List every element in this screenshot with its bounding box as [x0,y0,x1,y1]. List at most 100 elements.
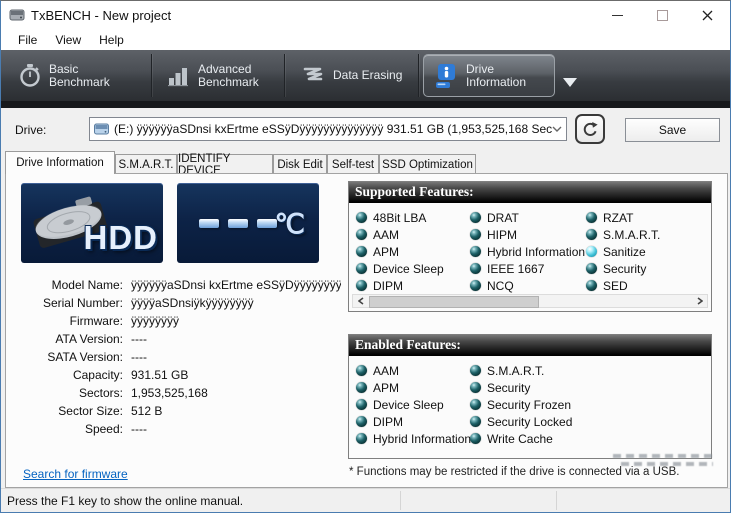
feature-item: 48Bit LBA [356,209,444,226]
toolbar-button-label: Basic Benchmark [49,61,110,89]
save-button[interactable]: Save [625,118,720,142]
app-window: TxBENCH - New project File View Help Bas… [0,0,731,513]
field-label: Model Name: [51,278,123,292]
scroll-left-icon[interactable] [353,295,368,307]
field-value: 1,953,525,168 [131,386,208,400]
field-label: Sectors: [78,386,123,400]
feature-item: AAM [356,362,471,379]
tab-ssd-optimization[interactable]: SSD Optimization [379,154,476,174]
enabled-features-header: Enabled Features: [349,335,711,356]
toolbar-button-label: Data Erasing [333,68,403,82]
field-label: Speed: [84,422,123,436]
drive-information-button[interactable]: Drive Information [423,54,555,97]
bar-chart-icon [166,64,190,88]
toolbar-button-label: Drive Information [466,61,527,89]
drive-label: Drive: [15,123,47,137]
menu-help[interactable]: Help [90,31,133,49]
field-label: Sector Size: [58,404,123,418]
scrollbar-thumb[interactable] [369,296,539,308]
info-row: Sector Size: 512 B [1,404,341,420]
info-row: Capacity: 931.51 GB [1,368,341,384]
dropdown-arrow-icon[interactable] [563,78,577,87]
tab-identify-device[interactable]: IDENTIFY DEVICE [177,153,273,177]
tab-smart[interactable]: S.M.A.R.T. [115,154,177,174]
refresh-drives-button[interactable] [575,114,605,144]
features-horizontal-scrollbar[interactable] [352,294,708,308]
field-label: ATA Version: [55,332,123,346]
feature-item: S.M.A.R.T. [470,362,572,379]
supported-features-header: Supported Features: [349,182,711,203]
zigzag-eraser-icon [301,65,325,87]
info-row: Serial Number: ÿÿÿÿaSDnsiÿkÿÿÿÿÿÿÿÿ [1,296,341,312]
tab-strip: Drive Information S.M.A.R.T. IDENTIFY DE… [5,151,728,177]
info-row: ATA Version: ---- [1,332,341,348]
field-value: ÿÿÿÿÿÿÿÿ [131,314,179,328]
temperature-tile: ℃ [177,183,319,263]
field-value: ---- [131,332,147,346]
info-row: Sectors: 1,953,525,168 [1,386,341,402]
feature-item: Security Locked [470,413,572,430]
feature-orb-icon [470,229,481,240]
feature-item: Write Cache [470,430,572,447]
hdd-app-icon [9,8,25,22]
feature-orb-icon [470,382,481,393]
feature-orb-icon [470,212,481,223]
drive-icon [94,123,109,135]
drive-info-icon [434,62,458,90]
status-bar: Press the F1 key to show the online manu… [1,488,730,512]
tab-drive-information[interactable]: Drive Information [5,151,115,174]
feature-item: IEEE 1667 [470,260,585,277]
field-value: 931.51 GB [131,368,189,382]
info-row: Firmware: ÿÿÿÿÿÿÿÿ [1,314,341,330]
field-value: ---- [131,422,147,436]
feature-item: S.M.A.R.T. [586,226,660,243]
menu-file[interactable]: File [9,31,46,49]
field-value: ÿÿÿÿÿÿaSDnsi kxErtme eSSÿDÿÿÿÿÿÿÿÿÿ... [131,278,341,292]
basic-benchmark-button[interactable]: Basic Benchmark [9,54,147,97]
feature-item: AAM [356,226,444,243]
chevron-down-icon [552,126,562,132]
advanced-benchmark-button[interactable]: Advanced Benchmark [156,54,280,97]
feature-item: RZAT [586,209,660,226]
celsius-unit: ℃ [274,209,305,239]
field-value: ---- [131,350,147,364]
feature-orb-icon [356,229,367,240]
feature-item: Hybrid Information [356,430,471,447]
field-value: ÿÿÿÿaSDnsiÿkÿÿÿÿÿÿÿÿ [131,296,254,310]
temperature-value [199,219,277,228]
feature-item: Device Sleep [356,260,444,277]
info-row: Speed: ---- [1,422,341,438]
feature-item: Security Frozen [470,396,572,413]
hdd-tile-label: HDD [83,219,158,256]
hdd-image-tile: HDD [21,183,163,263]
feature-item: Hybrid Information [470,243,585,260]
feature-item: Sanitize [586,243,660,260]
feature-orb-icon [356,399,367,410]
feature-orb-icon [470,246,481,257]
refresh-icon [581,120,599,138]
search-for-firmware-link[interactable]: Search for firmware [23,467,128,481]
minimize-icon[interactable] [595,1,640,29]
drive-select[interactable]: (E:) ÿÿÿÿÿÿaSDnsi kxErtme eSSÿDÿÿÿÿÿÿÿÿÿ… [89,117,567,141]
feature-item: NCQ [470,277,585,294]
feature-orb-icon [470,433,481,444]
main-toolbar: Basic Benchmark Advanced Benchmark Data … [1,50,730,101]
tab-self-test[interactable]: Self-test [327,154,379,174]
feature-orb-icon [586,263,597,274]
maximize-icon[interactable] [640,1,685,29]
feature-item: APM [356,243,444,260]
data-erasing-button[interactable]: Data Erasing [291,54,415,97]
info-row: Model Name: ÿÿÿÿÿÿaSDnsi kxErtme eSSÿDÿÿÿ… [1,278,341,294]
field-label: Serial Number: [42,296,123,310]
feature-item: DIPM [356,277,444,294]
close-icon[interactable] [685,1,730,29]
feature-orb-icon [470,399,481,410]
menu-view[interactable]: View [46,31,90,49]
status-message: Press the F1 key to show the online manu… [7,494,244,508]
tab-disk-edit[interactable]: Disk Edit [273,154,327,174]
save-button-label: Save [658,123,687,137]
scroll-right-icon[interactable] [692,295,707,307]
toolbar-bottom-strip [1,101,730,108]
feature-orb-icon [356,382,367,393]
feature-orb-icon [470,416,481,427]
